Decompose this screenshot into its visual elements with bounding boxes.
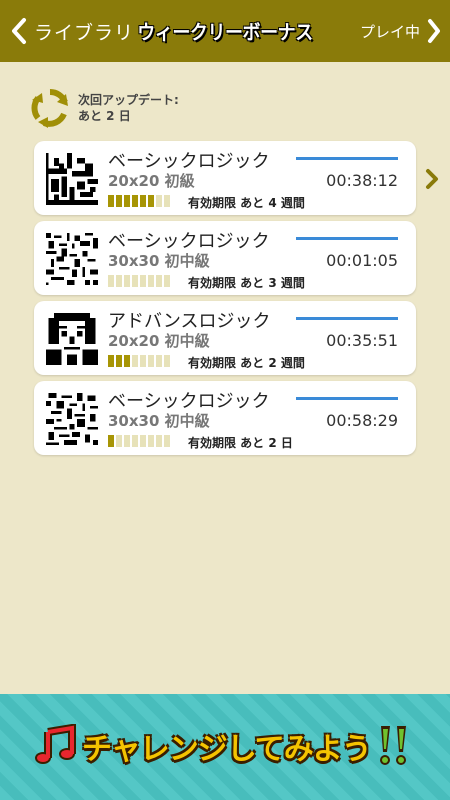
divider-line [296,397,398,400]
progress-segment [116,195,122,207]
puzzle-card[interactable]: アドバンスロジック 20x20 初中級 00:35:51 有効期限 あと 2 週… [34,301,416,375]
progress-segment [156,195,162,207]
progress-segment [108,355,114,367]
divider-line [296,237,398,240]
progress-segment [164,195,170,207]
play-time: 00:01:05 [326,251,398,270]
double-exclamation-icon [379,726,406,765]
progress-segment [116,355,122,367]
progress-segment [132,355,138,367]
now-playing-label: プレイ中 [359,22,420,41]
progress-segment [164,275,170,287]
puzzle-thumbnail-image [46,153,98,205]
progress-segment [132,275,138,287]
puzzle-thumbnail-image [46,393,98,445]
next-update-remaining: あと 2 日 [78,109,131,123]
progress-segment [140,275,146,287]
progress-segment [156,435,162,447]
progress-segment [140,435,146,447]
puzzle-card[interactable]: ベーシックロジック 30x30 初中級 00:58:29 有効期限 あと 2 日 [34,381,416,455]
progress-segment [156,355,162,367]
progress-segment [108,275,114,287]
chevron-right-icon [428,19,440,43]
banner-text: チャレンジしてみよう [82,732,372,767]
expiry-text: 有効期限 あと 3 週間 [188,276,305,290]
puzzle-size: 20x20 初級 [108,172,195,190]
progress-bar [108,275,170,287]
chevron-right-icon[interactable] [424,168,440,190]
puzzle-thumbnail-image [46,233,98,285]
expiry-text: 有効期限 あと 2 週間 [188,356,305,370]
progress-segment [140,195,146,207]
progress-segment [124,275,130,287]
progress-segment [164,435,170,447]
progress-segment [124,195,130,207]
progress-segment [132,195,138,207]
progress-segment [148,275,154,287]
progress-segment [108,435,114,447]
play-time: 00:38:12 [326,171,398,190]
progress-segment [116,275,122,287]
top-bar: ライブラリ ウィークリーボーナス プレイ中 [0,0,450,62]
now-playing-button[interactable]: プレイ中 [360,14,442,48]
progress-segment [124,435,130,447]
next-update-info: 次回アップデート: あと 2 日 [30,88,179,128]
progress-segment [164,355,170,367]
puzzle-size: 30x30 初中級 [108,252,210,270]
progress-segment [148,435,154,447]
progress-segment [108,195,114,207]
divider-line [296,317,398,320]
progress-segment [124,355,130,367]
progress-bar [108,435,170,447]
progress-segment [148,355,154,367]
puzzle-size: 20x20 初中級 [108,332,210,350]
divider-line [296,157,398,160]
refresh-icon [31,88,68,128]
puzzle-size: 30x30 初中級 [108,412,210,430]
puzzle-card[interactable]: ベーシックロジック 30x30 初中級 00:01:05 有効期限 あと 3 週… [34,221,416,295]
progress-segment [132,435,138,447]
progress-bar [108,355,170,367]
expiry-text: 有効期限 あと 4 週間 [188,196,305,210]
music-note-icon [35,724,76,764]
puzzle-card[interactable]: ベーシックロジック 20x20 初級 00:38:12 有効期限 あと 4 週間 [34,141,416,215]
progress-segment [156,275,162,287]
progress-segment [116,435,122,447]
play-time: 00:35:51 [326,331,398,350]
progress-segment [148,195,154,207]
challenge-banner[interactable]: チャレンジしてみよう [0,694,450,800]
progress-segment [140,355,146,367]
next-update-label: 次回アップデート: [78,93,179,107]
progress-bar [108,195,170,207]
play-time: 00:58:29 [326,411,398,430]
banner-content: チャレンジしてみよう [34,716,424,776]
puzzle-thumbnail-image [46,313,98,365]
expiry-text: 有効期限 あと 2 日 [188,436,293,450]
